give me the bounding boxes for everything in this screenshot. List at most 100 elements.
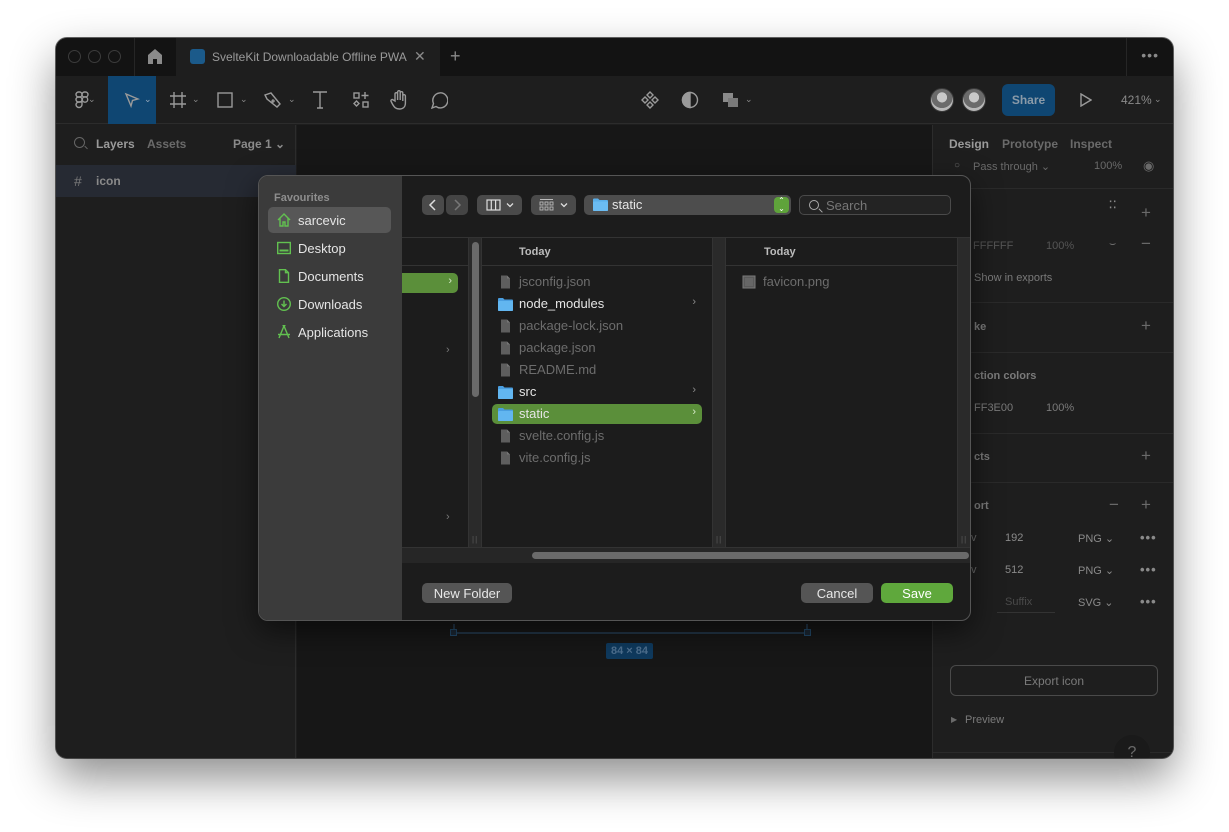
remove-fill-icon[interactable]: − [1141,234,1151,254]
components-button[interactable] [639,76,661,124]
search-input[interactable] [826,197,946,213]
file-row[interactable]: jsconfig.json [492,272,702,292]
selected-parent-row[interactable]: › [402,273,458,293]
layer-opacity[interactable]: 100% [1094,160,1122,172]
tab-file[interactable]: SvelteKit Downloadable Offline PWA ✕ [176,38,440,76]
zoom-level-dropdown[interactable]: 421% [1121,93,1152,107]
hidden-eye-icon[interactable]: ⌣ [1109,238,1116,251]
frame-tool-button[interactable] [164,76,192,124]
new-folder-button[interactable]: New Folder [422,583,512,603]
pen-tool-button[interactable] [261,76,285,124]
add-export-icon[interactable]: + [1141,495,1151,515]
new-tab-button[interactable]: + [450,46,461,67]
comment-tool-button[interactable] [428,76,450,124]
chevron-down-icon[interactable]: ⌄ [192,94,200,105]
export-format-dropdown[interactable]: PNG ⌄ [1078,564,1114,577]
export-suffix-input[interactable]: 192 [1005,532,1023,544]
file-row[interactable]: static › [492,404,702,424]
forward-button[interactable] [446,195,468,215]
resources-button[interactable] [350,76,372,124]
avatar[interactable] [962,88,986,112]
back-button[interactable] [422,195,444,215]
more-options-icon[interactable]: ••• [1140,562,1157,577]
chevron-down-icon[interactable]: ⌄ [88,94,96,105]
text-tool-button[interactable] [310,76,330,124]
disclosure-triangle-icon[interactable]: ▶ [951,715,957,724]
column-resize-handle[interactable]: || [468,238,482,547]
export-scale[interactable]: v [971,532,977,544]
mask-button[interactable] [679,76,701,124]
resize-handle[interactable] [804,629,811,636]
file-row[interactable]: svelte.config.js [492,426,702,446]
file-row[interactable]: node_modules › [492,294,702,314]
search-field[interactable] [799,195,951,215]
tab-prototype[interactable]: Prototype [1002,137,1058,151]
maximize-window-button[interactable] [108,50,121,63]
cancel-button[interactable]: Cancel [801,583,873,603]
add-fill-icon[interactable]: + [1141,203,1151,223]
search-icon[interactable] [74,137,85,148]
horizontal-scrollbar[interactable] [402,547,970,563]
more-options-icon[interactable]: ••• [1140,594,1157,609]
tab-layers[interactable]: Layers [96,137,135,151]
file-row[interactable]: package.json [492,338,702,358]
column-resize-handle[interactable]: || [957,238,970,547]
file-row[interactable]: package-lock.json [492,316,702,336]
group-by-button[interactable] [531,195,576,215]
export-suffix-input[interactable]: Suffix [1005,596,1032,608]
home-icon[interactable] [148,49,162,64]
chevron-down-icon[interactable]: ⌄ [745,94,753,105]
chevron-down-icon[interactable]: ⌄ [1154,94,1162,105]
visibility-icon[interactable]: ◉ [1143,158,1154,174]
close-window-button[interactable] [68,50,81,63]
tab-assets[interactable]: Assets [147,137,186,151]
resize-handle[interactable] [450,629,457,636]
sidebar-item-sarcevic[interactable]: sarcevic [268,207,391,233]
selection-color-hex[interactable]: FF3E00 [974,402,1013,414]
more-icon[interactable]: ••• [1141,47,1159,63]
fill-hex[interactable]: FFFFFF [973,240,1013,252]
add-stroke-icon[interactable]: + [1141,316,1151,336]
save-button[interactable]: Save [881,583,953,603]
rectangle-tool-button[interactable] [214,76,236,124]
file-row[interactable]: favicon.png [736,272,946,292]
help-button[interactable]: ? [1114,735,1150,758]
chevron-down-icon[interactable]: ⌄ [288,94,296,105]
move-tool-button[interactable]: ⌄ [108,76,156,124]
styles-icon[interactable]: ⁚⁚ [1109,201,1119,211]
location-dropdown[interactable]: static ⌃ ⌄ [584,195,791,215]
fill-opacity[interactable]: 100% [1046,240,1074,252]
page-selector[interactable]: Page 1 ⌄ [233,137,285,151]
view-mode-button[interactable] [477,195,522,215]
export-format-dropdown[interactable]: PNG ⌄ [1078,532,1114,545]
show-in-exports-checkbox[interactable]: Show in exports [974,272,1052,284]
boolean-button[interactable] [720,76,742,124]
share-button[interactable]: Share [1002,84,1055,116]
add-effect-icon[interactable]: + [1141,446,1151,466]
sidebar-item-desktop[interactable]: Desktop [268,235,391,261]
file-row[interactable]: src › [492,382,702,402]
tab-inspect[interactable]: Inspect [1070,137,1112,151]
vertical-scrollbar[interactable] [472,242,479,397]
chevron-right-icon[interactable]: › [446,511,450,523]
selection-color-opacity[interactable]: 100% [1046,402,1074,414]
scrollbar-thumb[interactable] [532,552,969,559]
export-scale[interactable]: v [971,564,977,576]
avatar[interactable] [930,88,954,112]
sidebar-item-applications[interactable]: Applications [268,319,391,345]
column-resize-handle[interactable]: || [712,238,726,547]
tab-close-icon[interactable]: ✕ [414,48,426,65]
sidebar-item-downloads[interactable]: Downloads [268,291,391,317]
file-row[interactable]: vite.config.js [492,448,702,468]
export-format-dropdown[interactable]: SVG ⌄ [1078,596,1114,609]
export-button[interactable]: Export icon [950,665,1158,696]
hand-tool-button[interactable] [388,76,410,124]
chevron-right-icon[interactable]: › [446,344,450,356]
more-options-icon[interactable]: ••• [1140,530,1157,545]
file-row[interactable]: README.md [492,360,702,380]
present-button[interactable] [1076,76,1096,124]
preview-toggle[interactable]: Preview [965,714,1004,726]
remove-export-icon[interactable]: − [1109,495,1119,515]
sidebar-item-documents[interactable]: Documents [268,263,391,289]
minimize-window-button[interactable] [88,50,101,63]
